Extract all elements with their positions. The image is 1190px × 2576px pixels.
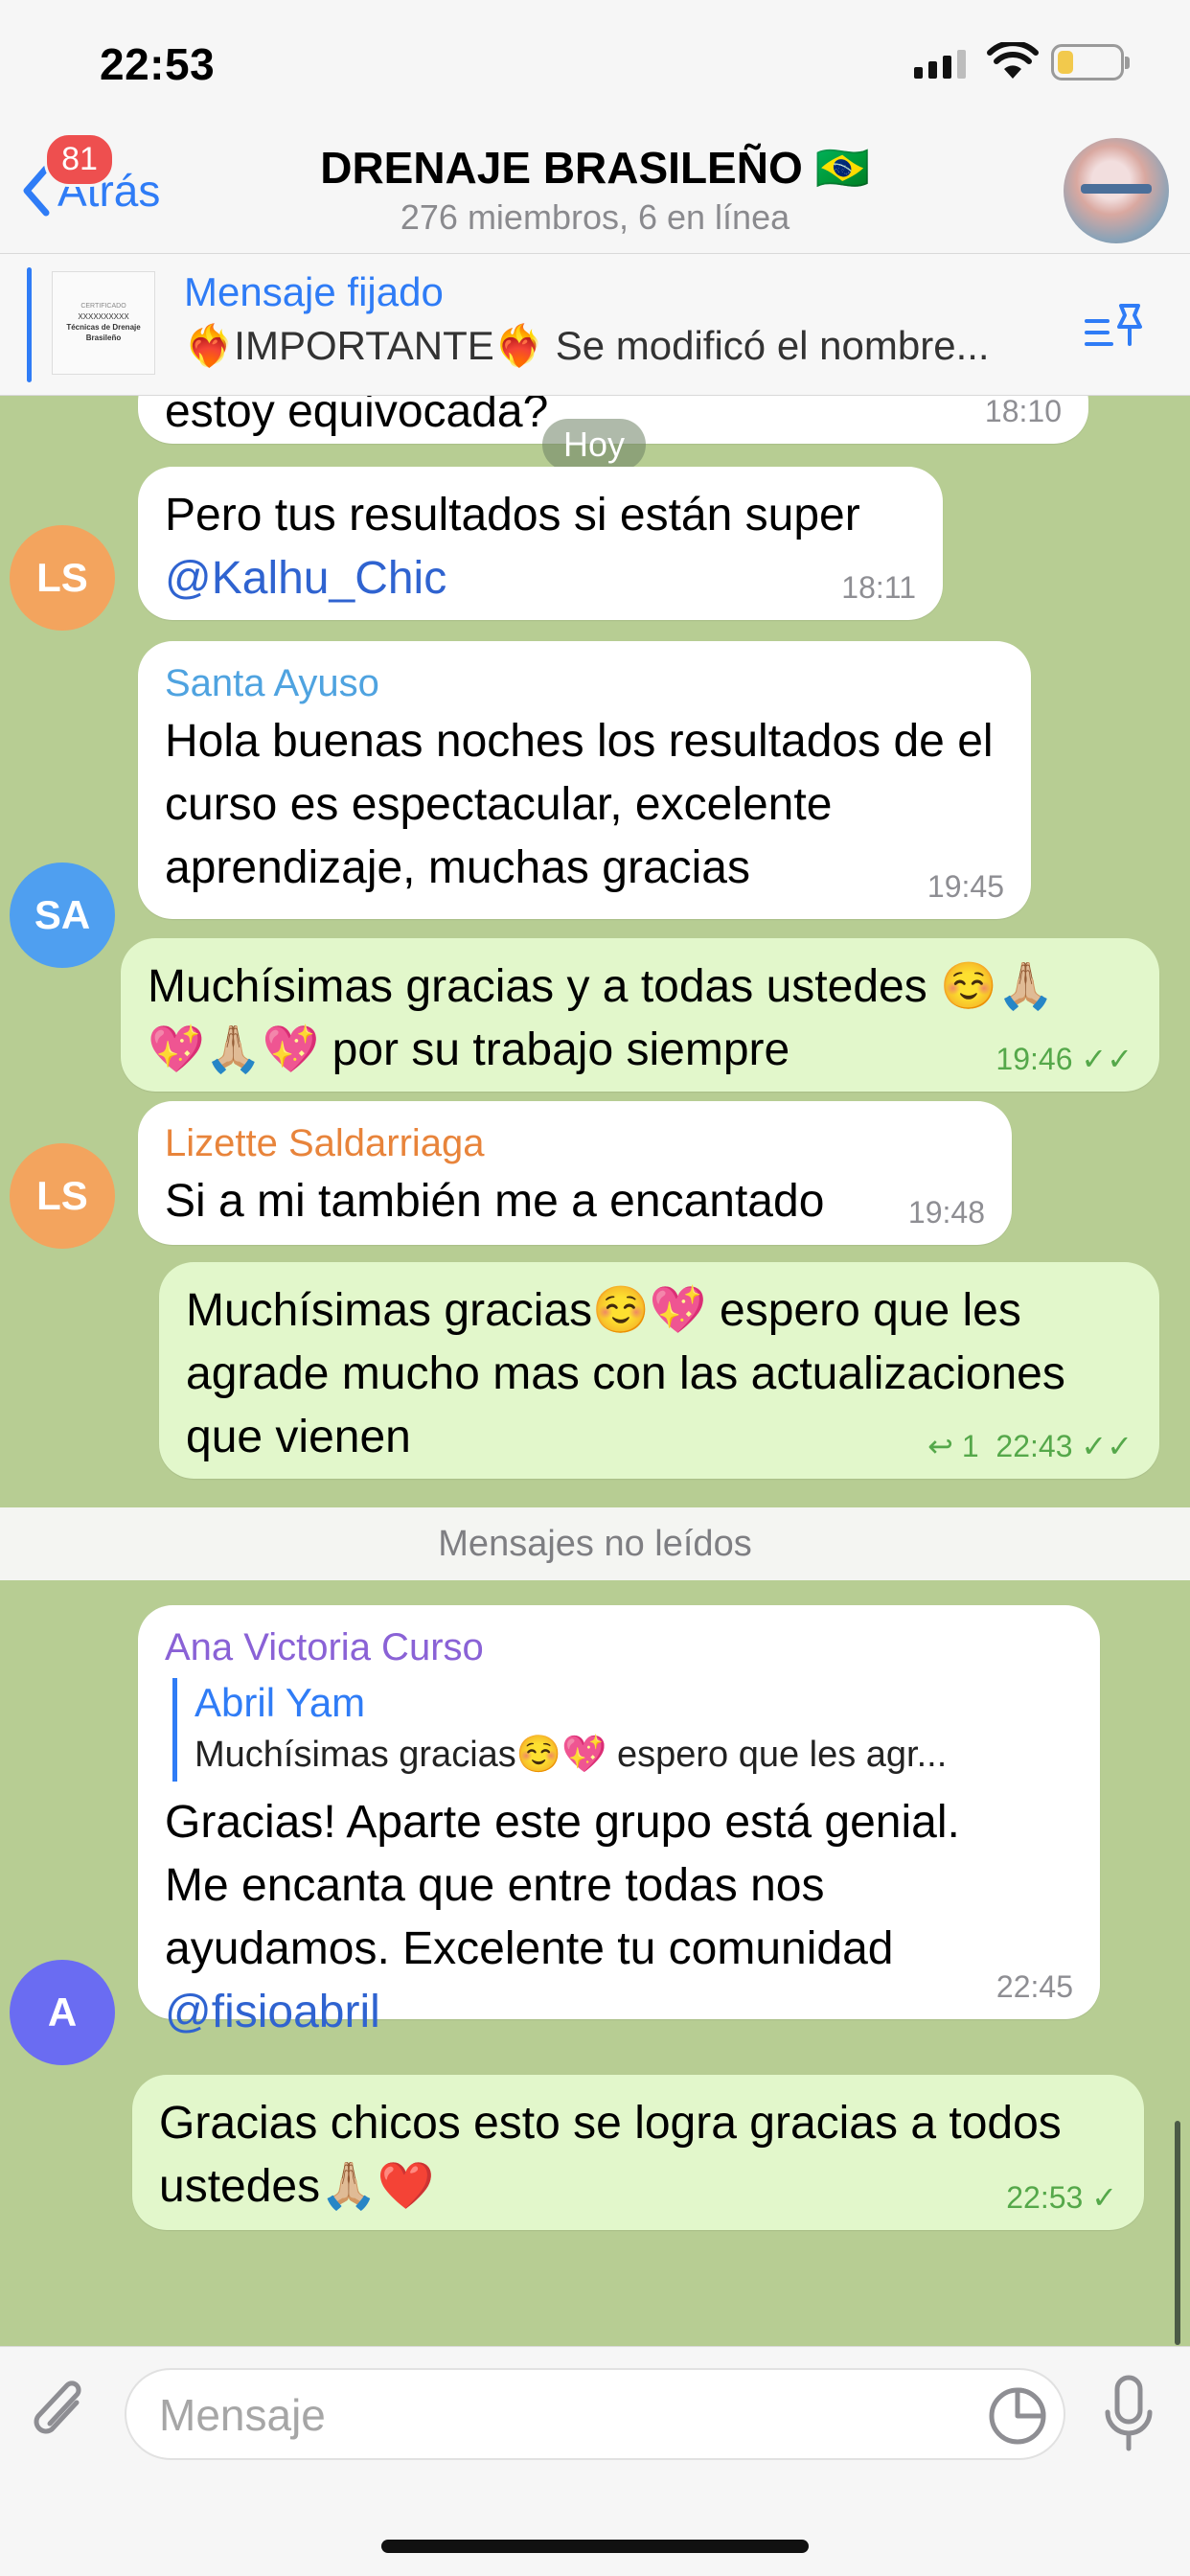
thumb-title-text: Técnicas de Drenaje Brasileño	[66, 323, 141, 343]
chat-title[interactable]: DRENAJE BRASILEÑO 🇧🇷	[0, 142, 1190, 195]
message-bubble-outgoing[interactable]: Muchísimas gracias☺️💖 espero que les agr…	[159, 1262, 1159, 1479]
cellular-signal-icon	[914, 50, 966, 79]
message-text: Hola buenas noches los resultados de el …	[165, 716, 994, 893]
pinned-thumbnail: CERTIFICADO XXXXXXXXXX Técnicas de Drena…	[52, 271, 155, 375]
message-bubble-outgoing[interactable]: Muchísimas gracias y a todas ustedes ☺️🙏…	[121, 938, 1159, 1092]
reply-count: 1	[961, 1429, 979, 1463]
microphone-icon[interactable]	[1102, 2374, 1156, 2456]
sender-name[interactable]: Ana Victoria Curso	[165, 1622, 1073, 1672]
status-time: 22:53	[100, 39, 216, 89]
message-meta: 19:46 ✓✓	[995, 1042, 1133, 1076]
date-pill: Hoy	[542, 419, 647, 471]
mention-link[interactable]: @Kalhu_Chic	[165, 547, 916, 610]
message-bubble[interactable]: Lizette Saldarriaga Si a mi también me a…	[138, 1101, 1012, 1245]
thumb-name-text: XXXXXXXXXX	[78, 312, 129, 322]
pinned-label: Mensaje fijado	[184, 269, 444, 314]
message-text: Gracias chicos esto se logra gracias a t…	[159, 2098, 1062, 2212]
reply-preview[interactable]: Abril Yam Muchísimas gracias☺️💖 espero q…	[172, 1678, 1073, 1782]
sticker-icon[interactable]	[987, 2385, 1048, 2447]
message-input-field[interactable]	[125, 2368, 1065, 2460]
group-avatar[interactable]	[1064, 138, 1169, 243]
double-check-icon: ✓✓	[1081, 1429, 1133, 1463]
chat-header: Atrás 81 DRENAJE BRASILEÑO 🇧🇷 276 miembr…	[0, 125, 1190, 254]
status-bar: 22:53	[0, 0, 1190, 125]
avatar[interactable]: A	[10, 1960, 115, 2065]
message-bubble-outgoing[interactable]: Gracias chicos esto se logra gracias a t…	[132, 2075, 1144, 2230]
mention-link[interactable]: @fisioabril	[165, 1981, 1073, 2044]
message-time: 22:53	[1006, 2180, 1084, 2215]
avatar[interactable]: LS	[10, 525, 115, 631]
message-text: Gracias! Aparte este grupo está genial. …	[165, 1797, 960, 1974]
chat-subtitle: 276 miembros, 6 en línea	[400, 197, 790, 237]
pinned-list-icon[interactable]	[1083, 302, 1146, 352]
message-text: Muchísimas gracias y a todas ustedes ☺️🙏…	[148, 961, 1055, 1075]
double-check-icon: ✓✓	[1081, 1042, 1133, 1076]
message-meta: 22:53 ✓	[1006, 2180, 1117, 2215]
avatar[interactable]: SA	[10, 862, 115, 968]
avatar[interactable]: LS	[10, 1143, 115, 1249]
unread-divider: Mensajes no leídos	[0, 1507, 1190, 1580]
battery-icon	[1051, 44, 1130, 80]
pinned-indicator	[27, 267, 32, 382]
home-indicator	[381, 2540, 809, 2553]
message-text: Si a mi también me a encantado	[165, 1176, 825, 1227]
pinned-text: ❤️‍🔥IMPORTANTE❤️‍🔥 Se modificó el nombre…	[184, 323, 990, 368]
message-time: 19:48	[907, 1195, 985, 1230]
sender-name[interactable]: Santa Ayuso	[165, 658, 1004, 708]
message-input[interactable]	[159, 2389, 945, 2441]
reply-author: Abril Yam	[195, 1680, 366, 1725]
message-time: 18:11	[841, 570, 916, 605]
pinned-message-bar[interactable]: CERTIFICADO XXXXXXXXXX Técnicas de Drena…	[0, 254, 1190, 396]
thumb-cert-text: CERTIFICADO	[80, 303, 126, 310]
message-text: Pero tus resultados si están super	[165, 490, 860, 540]
message-bubble[interactable]: Ana Victoria Curso Abril Yam Muchísimas …	[138, 1605, 1100, 2037]
scrollbar[interactable]	[1175, 2121, 1180, 2345]
message-list[interactable]: estoy equivocada? 18:10 Hoy LS Pero tus …	[0, 396, 1190, 2346]
sender-name[interactable]: Lizette Saldarriaga	[165, 1118, 985, 1168]
message-time: 18:10	[984, 396, 1062, 428]
message-time: 22:43	[995, 1429, 1073, 1463]
check-icon: ✓	[1091, 2180, 1117, 2215]
wifi-icon	[987, 42, 1039, 79]
reply-text: Muchísimas gracias☺️💖 espero que les agr…	[195, 1735, 948, 1775]
reply-arrow-icon[interactable]: ↩	[927, 1429, 953, 1463]
message-time: 19:45	[927, 869, 1004, 904]
message-time: 19:46	[995, 1042, 1073, 1076]
attach-icon[interactable]	[27, 2374, 94, 2450]
message-bubble[interactable]: Santa Ayuso Hola buenas noches los resul…	[138, 641, 1031, 919]
message-time: 22:45	[995, 1969, 1073, 2004]
message-bubble[interactable]: Pero tus resultados si están super @Kalh…	[138, 467, 943, 620]
message-meta: ↩ 1 22:43 ✓✓	[927, 1429, 1133, 1463]
